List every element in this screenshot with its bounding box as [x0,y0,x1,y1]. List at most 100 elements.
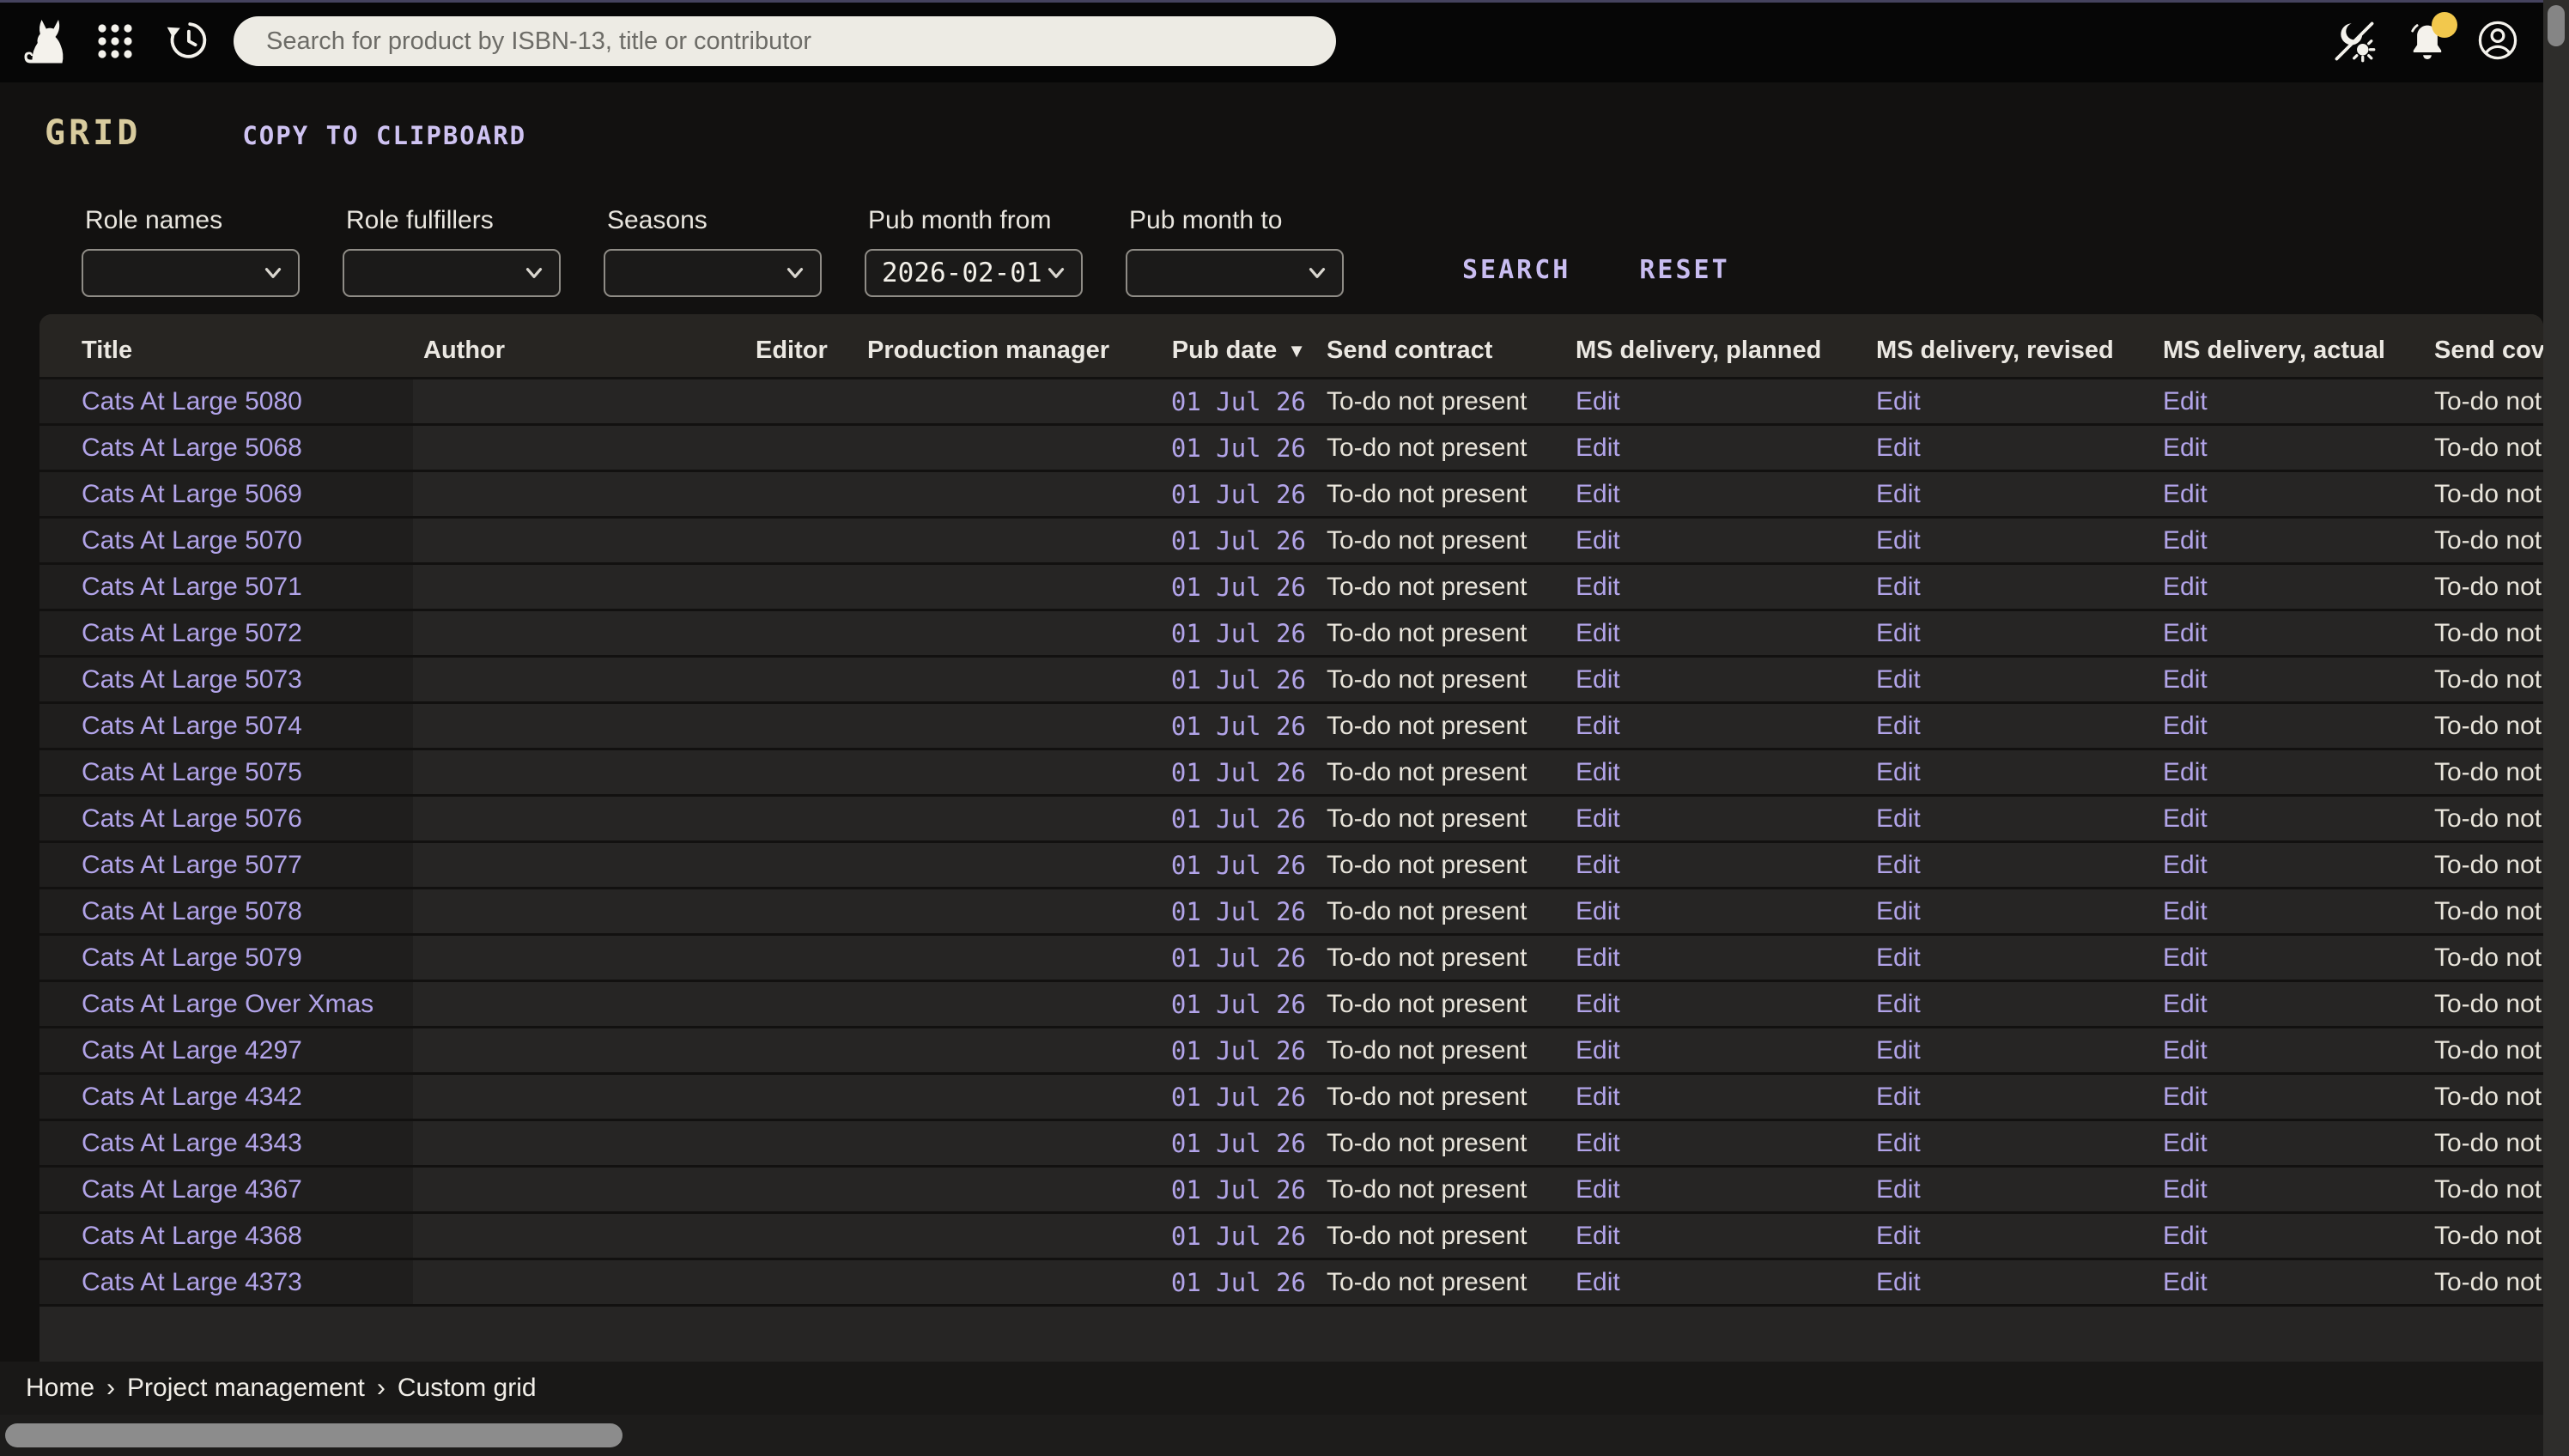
ms-delivery-revised-edit-link[interactable]: Edit [1876,1083,1921,1112]
ms-delivery-actual-edit-link[interactable]: Edit [2163,526,2208,555]
ms-delivery-planned-edit-link[interactable]: Edit [1576,897,1620,926]
ms-delivery-actual-edit-link[interactable]: Edit [2163,712,2208,741]
pub-month-to-select[interactable] [1126,249,1344,297]
ms-delivery-revised-edit-link[interactable]: Edit [1876,1129,1921,1158]
title-link[interactable]: Cats At Large 5073 [82,665,302,695]
pub-date-link[interactable]: 01 Jul 26 [1171,434,1306,463]
ms-delivery-actual-edit-link[interactable]: Edit [2163,480,2208,509]
title-link[interactable]: Cats At Large 5079 [82,943,302,973]
ms-delivery-revised-edit-link[interactable]: Edit [1876,712,1921,741]
column-header-title[interactable]: Title [39,337,413,365]
title-link[interactable]: Cats At Large Over Xmas [82,990,374,1019]
vertical-scrollbar-thumb[interactable] [2548,5,2565,46]
ms-delivery-revised-edit-link[interactable]: Edit [1876,1175,1921,1204]
column-header-production-manager[interactable]: Production manager [857,337,1153,365]
pub-date-link[interactable]: 01 Jul 26 [1171,573,1306,602]
pub-date-link[interactable]: 01 Jul 26 [1171,526,1306,555]
title-link[interactable]: Cats At Large 4342 [82,1083,302,1112]
ms-delivery-actual-edit-link[interactable]: Edit [2163,434,2208,463]
title-link[interactable]: Cats At Large 5078 [82,897,302,926]
ms-delivery-revised-edit-link[interactable]: Edit [1876,1036,1921,1065]
history-icon[interactable] [165,17,211,64]
ms-delivery-revised-edit-link[interactable]: Edit [1876,943,1921,973]
ms-delivery-planned-edit-link[interactable]: Edit [1576,480,1620,509]
ms-delivery-planned-edit-link[interactable]: Edit [1576,434,1620,463]
ms-delivery-actual-edit-link[interactable]: Edit [2163,1083,2208,1112]
pub-date-link[interactable]: 01 Jul 26 [1171,1036,1306,1065]
reset-button[interactable]: RESET [1639,255,1729,285]
ms-delivery-planned-edit-link[interactable]: Edit [1576,1083,1620,1112]
pub-date-link[interactable]: 01 Jul 26 [1171,943,1306,973]
horizontal-scrollbar-thumb[interactable] [5,1423,623,1447]
pub-date-link[interactable]: 01 Jul 26 [1171,897,1306,926]
ms-delivery-planned-edit-link[interactable]: Edit [1576,619,1620,648]
ms-delivery-actual-edit-link[interactable]: Edit [2163,619,2208,648]
column-header-send-cover[interactable]: Send cover [2424,337,2543,365]
account-avatar-icon[interactable] [2475,17,2521,64]
pub-date-link[interactable]: 01 Jul 26 [1171,665,1306,695]
ms-delivery-revised-edit-link[interactable]: Edit [1876,480,1921,509]
ms-delivery-revised-edit-link[interactable]: Edit [1876,665,1921,695]
ms-delivery-planned-edit-link[interactable]: Edit [1576,758,1620,787]
ms-delivery-actual-edit-link[interactable]: Edit [2163,804,2208,834]
pub-month-from-select[interactable]: 2026-02-01 [865,249,1083,297]
ms-delivery-planned-edit-link[interactable]: Edit [1576,665,1620,695]
pub-date-link[interactable]: 01 Jul 26 [1171,1268,1306,1297]
pub-date-link[interactable]: 01 Jul 26 [1171,804,1306,834]
title-link[interactable]: Cats At Large 4297 [82,1036,302,1065]
role-fulfillers-select[interactable] [343,249,561,297]
column-header-ms-delivery-revised[interactable]: MS delivery, revised [1866,337,2153,365]
title-link[interactable]: Cats At Large 5072 [82,619,302,648]
pub-date-link[interactable]: 01 Jul 26 [1171,1129,1306,1158]
ms-delivery-planned-edit-link[interactable]: Edit [1576,1036,1620,1065]
copy-to-clipboard-button[interactable]: COPY TO CLIPBOARD [242,121,526,150]
breadcrumb-home[interactable]: Home [26,1374,94,1403]
pub-date-link[interactable]: 01 Jul 26 [1171,1175,1306,1204]
notification-bell-icon[interactable] [2404,17,2451,65]
pub-date-link[interactable]: 01 Jul 26 [1171,1083,1306,1112]
ms-delivery-actual-edit-link[interactable]: Edit [2163,573,2208,602]
cat-logo-icon[interactable] [21,14,76,69]
ms-delivery-revised-edit-link[interactable]: Edit [1876,526,1921,555]
ms-delivery-planned-edit-link[interactable]: Edit [1576,851,1620,880]
theme-toggle-icon[interactable] [2332,19,2377,64]
ms-delivery-actual-edit-link[interactable]: Edit [2163,851,2208,880]
seasons-select[interactable] [604,249,822,297]
column-header-pub-date[interactable]: Pub date ▼ [1153,337,1316,365]
column-header-ms-delivery-actual[interactable]: MS delivery, actual [2153,337,2424,365]
ms-delivery-planned-edit-link[interactable]: Edit [1576,712,1620,741]
ms-delivery-revised-edit-link[interactable]: Edit [1876,1268,1921,1297]
ms-delivery-revised-edit-link[interactable]: Edit [1876,990,1921,1019]
horizontal-scrollbar[interactable] [0,1415,2543,1456]
title-link[interactable]: Cats At Large 4373 [82,1268,302,1297]
title-link[interactable]: Cats At Large 5077 [82,851,302,880]
ms-delivery-actual-edit-link[interactable]: Edit [2163,1222,2208,1251]
pub-date-link[interactable]: 01 Jul 26 [1171,712,1306,741]
ms-delivery-actual-edit-link[interactable]: Edit [2163,1175,2208,1204]
ms-delivery-planned-edit-link[interactable]: Edit [1576,1268,1620,1297]
ms-delivery-actual-edit-link[interactable]: Edit [2163,897,2208,926]
apps-grid-icon[interactable] [94,21,136,62]
title-link[interactable]: Cats At Large 4367 [82,1175,302,1204]
ms-delivery-revised-edit-link[interactable]: Edit [1876,434,1921,463]
ms-delivery-planned-edit-link[interactable]: Edit [1576,1175,1620,1204]
ms-delivery-planned-edit-link[interactable]: Edit [1576,804,1620,834]
search-button[interactable]: SEARCH [1462,255,1570,285]
title-link[interactable]: Cats At Large 5080 [82,387,302,416]
ms-delivery-actual-edit-link[interactable]: Edit [2163,1129,2208,1158]
title-link[interactable]: Cats At Large 5075 [82,758,302,787]
pub-date-link[interactable]: 01 Jul 26 [1171,1222,1306,1251]
ms-delivery-revised-edit-link[interactable]: Edit [1876,897,1921,926]
ms-delivery-actual-edit-link[interactable]: Edit [2163,665,2208,695]
title-link[interactable]: Cats At Large 5068 [82,434,302,463]
ms-delivery-revised-edit-link[interactable]: Edit [1876,1222,1921,1251]
ms-delivery-actual-edit-link[interactable]: Edit [2163,1268,2208,1297]
title-link[interactable]: Cats At Large 4343 [82,1129,302,1158]
title-link[interactable]: Cats At Large 5076 [82,804,302,834]
ms-delivery-revised-edit-link[interactable]: Edit [1876,758,1921,787]
ms-delivery-actual-edit-link[interactable]: Edit [2163,1036,2208,1065]
column-header-author[interactable]: Author [413,337,745,365]
ms-delivery-revised-edit-link[interactable]: Edit [1876,804,1921,834]
ms-delivery-planned-edit-link[interactable]: Edit [1576,943,1620,973]
ms-delivery-planned-edit-link[interactable]: Edit [1576,1129,1620,1158]
